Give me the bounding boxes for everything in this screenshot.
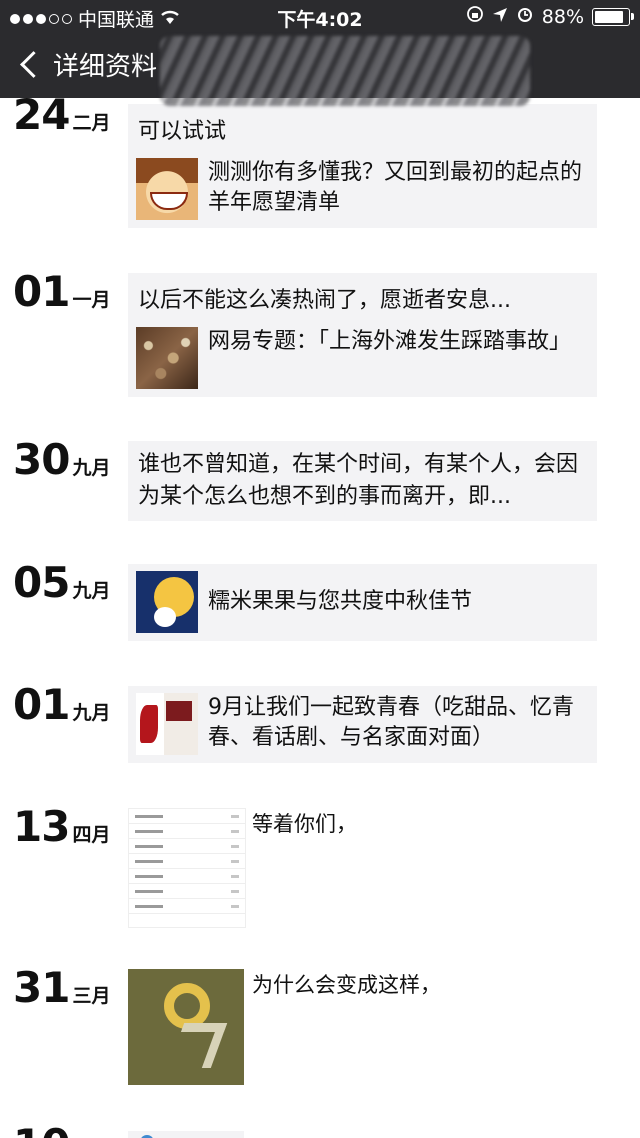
post-image[interactable]	[128, 1131, 244, 1138]
alarm-icon	[516, 5, 534, 28]
link-title: 糯米果果与您共度中秋佳节	[208, 589, 473, 614]
post-month: 九月	[72, 580, 111, 602]
post-date: 30 九月	[13, 435, 110, 484]
post-date: 24 二月	[13, 98, 110, 139]
top-bar: 中国联通 下午4:02 88% 详细资料	[0, 0, 640, 106]
post-month: 一月	[72, 289, 111, 311]
status-right: 88%	[466, 5, 634, 28]
back-label: 详细资料	[53, 52, 158, 82]
status-bar: 中国联通 下午4:02 88%	[0, 0, 640, 32]
post-month: 四月	[72, 824, 111, 846]
post-day: 10	[13, 1120, 70, 1138]
link-title: 9月让我们一起致青春（吃甜品、忆青春、看话剧、与名家面对面）	[208, 695, 574, 750]
post-card[interactable]: 谁也不曾知道，在某个时间，有某个人，会因为某个怎么也想不到的事而离开，即...	[128, 441, 597, 521]
link-thumbnail	[136, 158, 198, 220]
post-month: 九月	[72, 457, 111, 479]
post-date: 01 一月	[13, 267, 110, 316]
post-image[interactable]	[128, 969, 244, 1085]
post-day: 30	[13, 435, 70, 484]
post-caption: 等着你们，	[252, 812, 357, 836]
post-text: 可以试试	[138, 119, 227, 144]
battery-fill	[595, 10, 624, 23]
post-month: 三月	[72, 985, 111, 1007]
back-button[interactable]: 详细资料	[18, 46, 157, 83]
post-date: 13 四月	[13, 802, 110, 851]
post-date: 01 九月	[13, 680, 110, 729]
blurred-profile-name	[160, 36, 530, 106]
post-image-contact-list[interactable]	[128, 808, 246, 928]
post-day: 24	[13, 98, 70, 139]
shared-link[interactable]: 网易专题：「上海外滩发生踩踏事故」	[128, 327, 597, 389]
orientation-lock-icon	[466, 5, 484, 28]
post-card[interactable]: 糯米果果与您共度中秋佳节	[128, 564, 597, 641]
link-thumbnail	[136, 571, 198, 633]
post-card[interactable]: 9月让我们一起致青春（吃甜品、忆青春、看话剧、与名家面对面）	[128, 686, 597, 763]
post-date: 10	[13, 1120, 70, 1138]
link-title: 网易专题：「上海外滩发生踩踏事故」	[208, 329, 572, 354]
battery-percent: 88%	[541, 5, 584, 28]
post-day: 01	[13, 680, 70, 729]
chevron-left-icon	[20, 51, 47, 78]
post-day: 05	[13, 558, 70, 607]
post-day: 13	[13, 802, 70, 851]
post-month: 九月	[72, 702, 111, 724]
post-month: 二月	[72, 112, 111, 134]
nav-bar: 详细资料	[0, 32, 640, 106]
link-title: 测测你有多懂我？又回到最初的起点的羊年愿望清单	[208, 160, 583, 215]
moments-timeline[interactable]: 24 二月 可以试试 测测你有多懂我？又回到最初的起点的羊年愿望清单 01 一月…	[0, 98, 640, 1138]
post-card[interactable]: 以后不能这么凑热闹了，愿逝者安息... 网易专题：「上海外滩发生踩踏事故」	[128, 273, 597, 397]
shared-link[interactable]: 测测你有多懂我？又回到最初的起点的羊年愿望清单	[128, 158, 597, 220]
shared-link[interactable]: 9月让我们一起致青春（吃甜品、忆青春、看话剧、与名家面对面）	[128, 686, 597, 755]
location-icon	[492, 6, 508, 28]
link-thumbnail	[136, 693, 198, 755]
link-thumbnail	[136, 327, 198, 389]
post-day: 01	[13, 267, 70, 316]
post-date: 05 九月	[13, 558, 110, 607]
post-card[interactable]: 可以试试 测测你有多懂我？又回到最初的起点的羊年愿望清单	[128, 104, 597, 228]
post-caption: 为什么会变成这样，	[252, 973, 441, 997]
post-date: 31 三月	[13, 963, 110, 1012]
shared-link[interactable]: 糯米果果与您共度中秋佳节	[128, 564, 597, 633]
post-text: 谁也不曾知道，在某个时间，有某个人，会因为某个怎么也想不到的事而离开，即...	[138, 452, 579, 509]
post-text: 以后不能这么凑热闹了，愿逝者安息...	[138, 288, 511, 313]
battery-icon	[592, 7, 634, 26]
post-day: 31	[13, 963, 70, 1012]
